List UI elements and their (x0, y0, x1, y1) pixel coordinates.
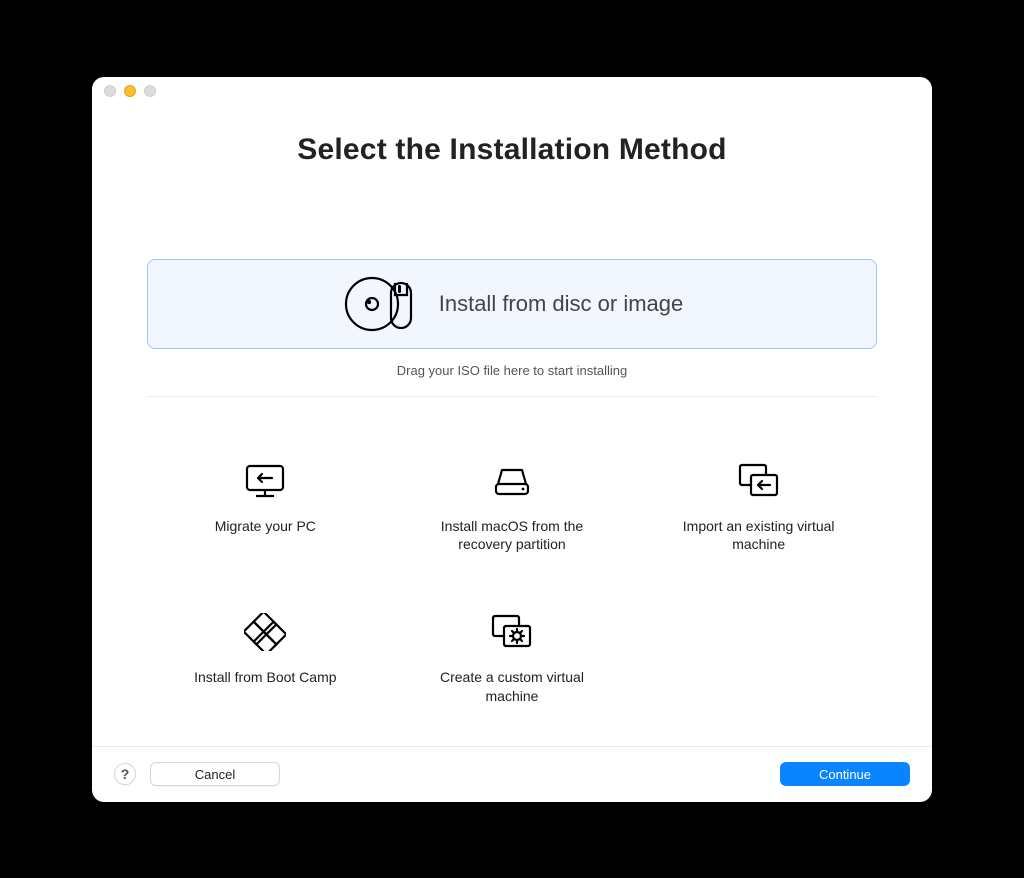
option-label: Create a custom virtual machine (422, 668, 602, 706)
custom-vm-icon (489, 612, 535, 652)
option-migrate-pc[interactable]: Migrate your PC (147, 457, 384, 559)
installer-dialog: Select the Installation Method Install f… (92, 77, 932, 802)
hard-drive-icon (492, 461, 532, 501)
window-titlebar (92, 77, 932, 105)
install-from-disc-label: Install from disc or image (439, 291, 684, 317)
drop-hint-text: Drag your ISO file here to start install… (397, 363, 628, 378)
option-import-vm[interactable]: Import an existing virtual machine (640, 457, 877, 559)
primary-option-zone: Install from disc or image Drag your ISO… (147, 259, 877, 397)
install-from-disc-option[interactable]: Install from disc or image (147, 259, 877, 349)
import-vm-icon (736, 461, 782, 501)
migrate-pc-icon (244, 461, 286, 501)
bootcamp-icon (244, 612, 286, 652)
window-minimize-button[interactable] (124, 85, 136, 97)
cancel-button[interactable]: Cancel (150, 762, 280, 786)
help-button[interactable]: ? (114, 763, 136, 785)
option-label: Import an existing virtual machine (669, 517, 849, 555)
continue-button[interactable]: Continue (780, 762, 910, 786)
section-divider (147, 396, 877, 397)
disc-image-icon (341, 272, 421, 336)
option-label: Install from Boot Camp (194, 668, 336, 687)
option-label: Install macOS from the recovery partitio… (422, 517, 602, 555)
option-label: Migrate your PC (215, 517, 316, 536)
option-bootcamp[interactable]: Install from Boot Camp (147, 608, 384, 710)
option-install-macos[interactable]: Install macOS from the recovery partitio… (394, 457, 631, 559)
grid-spacer (640, 608, 877, 710)
secondary-options-grid: Migrate your PC Install macOS from the r… (147, 457, 877, 711)
window-zoom-button[interactable] (144, 85, 156, 97)
window-close-button[interactable] (104, 85, 116, 97)
dialog-content: Select the Installation Method Install f… (92, 105, 932, 746)
dialog-footer: ? Cancel Continue (92, 746, 932, 802)
page-title: Select the Installation Method (297, 133, 726, 167)
option-custom-vm[interactable]: Create a custom virtual machine (394, 608, 631, 710)
